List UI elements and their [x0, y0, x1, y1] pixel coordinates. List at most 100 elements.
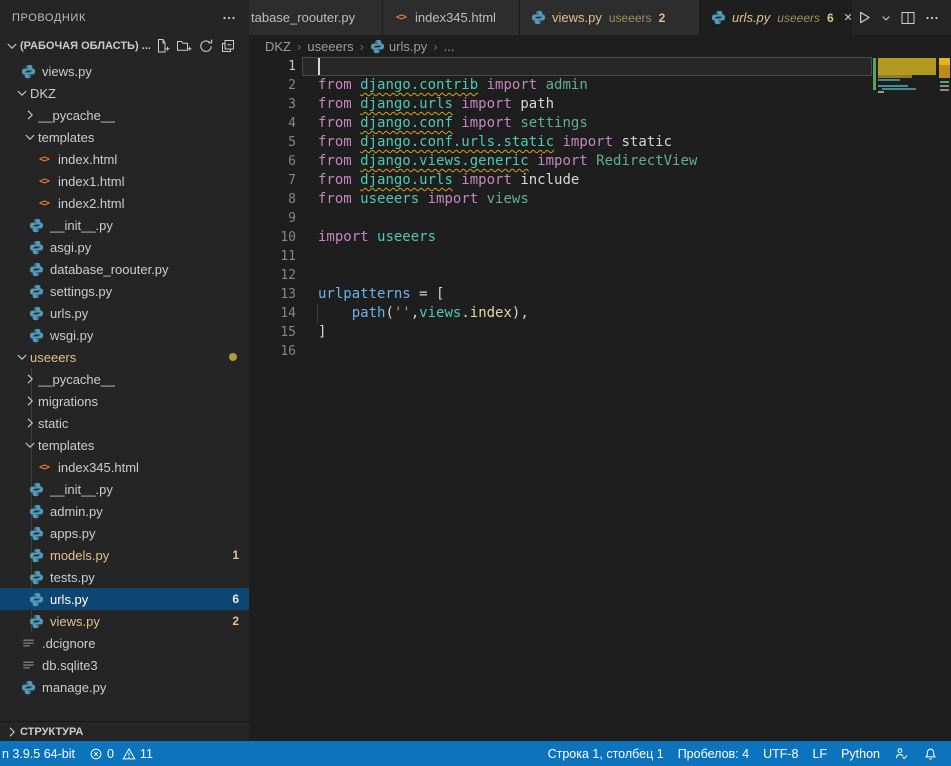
breadcrumb-item-urls-py[interactable]: urls.py	[370, 39, 427, 54]
tree-item-label: apps.py	[50, 526, 96, 541]
tree-item-pycache[interactable]: __pycache__	[0, 104, 249, 126]
tree-item-label: templates	[38, 438, 94, 453]
chev-down-icon	[14, 349, 30, 365]
tree-item-useeers[interactable]: useeers	[0, 346, 249, 368]
feedback-icon[interactable]	[887, 741, 916, 766]
new-folder-icon[interactable]	[175, 37, 193, 55]
code-line-12[interactable]: 12	[249, 266, 951, 285]
code-line-6[interactable]: 6from django.views.generic import Redire…	[249, 152, 951, 171]
doc-file-icon	[20, 635, 36, 651]
python-file-icon	[28, 283, 44, 299]
tree-item-models-py[interactable]: models.py1	[0, 544, 249, 566]
new-file-icon[interactable]	[153, 37, 171, 55]
split-editor-icon[interactable]	[897, 6, 919, 30]
tree-item-views-py[interactable]: views.py	[0, 60, 249, 82]
code-line-16[interactable]: 16	[249, 342, 951, 361]
tree-item-asgi-py[interactable]: asgi.py	[0, 236, 249, 258]
tree-item-pycache[interactable]: __pycache__	[0, 368, 249, 390]
error-icon	[89, 747, 103, 761]
tab-tabase-roouter-py[interactable]: tabase_roouter.py	[249, 0, 383, 35]
code-line-4[interactable]: 4from django.conf import settings	[249, 114, 951, 133]
tree-item-label: templates	[38, 130, 94, 145]
tree-item-apps-py[interactable]: apps.py	[0, 522, 249, 544]
python-version-item[interactable]: n 3.9.5 64-bit	[0, 741, 82, 766]
tree-item-index-html[interactable]: <>index.html	[0, 148, 249, 170]
code-line-13[interactable]: 13urlpatterns = [	[249, 285, 951, 304]
explorer-sidebar: ПРОВОДНИК (РАБОЧАЯ ОБЛАСТЬ) ... views.py…	[0, 0, 249, 741]
code-line-8[interactable]: 8from useeers import views	[249, 190, 951, 209]
more-actions-icon[interactable]	[921, 6, 943, 30]
tree-item-settings-py[interactable]: settings.py	[0, 280, 249, 302]
breadcrumb-item-useeers[interactable]: useeers	[307, 39, 353, 54]
workspace-actions	[153, 37, 245, 55]
tree-item-wsgi-py[interactable]: wsgi.py	[0, 324, 249, 346]
tab-urls-py[interactable]: urls.pyuseeers6×	[700, 0, 852, 35]
code-line-5[interactable]: 5from django.conf.urls.static import sta…	[249, 133, 951, 152]
language-mode-item[interactable]: Python	[834, 741, 887, 766]
tree-item-manage-py[interactable]: manage.py	[0, 676, 249, 698]
code-line-1[interactable]: 1	[249, 57, 951, 76]
python-file-icon	[530, 10, 546, 26]
run-dropdown-icon[interactable]	[877, 6, 895, 30]
tree-item-templates[interactable]: templates	[0, 126, 249, 148]
code-line-15[interactable]: 15]	[249, 323, 951, 342]
run-button[interactable]	[852, 6, 875, 30]
breadcrumb-item-[interactable]: ...	[444, 39, 455, 54]
tree-item-static[interactable]: static	[0, 412, 249, 434]
collapse-all-icon[interactable]	[219, 37, 237, 55]
tree-item-index345-html[interactable]: <>index345.html	[0, 456, 249, 478]
python-file-icon	[28, 591, 44, 607]
tree-item-database-roouter-py[interactable]: database_roouter.py	[0, 258, 249, 280]
tree-item-index1-html[interactable]: <>index1.html	[0, 170, 249, 192]
code-line-14[interactable]: 14 path('',views.index),	[249, 304, 951, 323]
tree-item-templates[interactable]: templates	[0, 434, 249, 456]
tree-item-admin-py[interactable]: admin.py	[0, 500, 249, 522]
problems-item[interactable]: 0 11	[82, 741, 160, 766]
indentation-item[interactable]: Пробелов: 4	[671, 741, 756, 766]
tree-item-init-py[interactable]: __init__.py	[0, 478, 249, 500]
eol-item[interactable]: LF	[805, 741, 834, 766]
problem-badge: 6	[232, 592, 239, 606]
tab-label: views.py	[552, 10, 602, 25]
cursor-position-item[interactable]: Строка 1, столбец 1	[541, 741, 671, 766]
tree-item-views-py[interactable]: views.py2	[0, 610, 249, 632]
tree-item-label: urls.py	[50, 592, 88, 607]
tree-item-label: wsgi.py	[50, 328, 93, 343]
python-file-icon	[28, 481, 44, 497]
explorer-more-actions-icon[interactable]	[221, 10, 237, 26]
tree-item-migrations[interactable]: migrations	[0, 390, 249, 412]
code-line-3[interactable]: 3from django.urls import path	[249, 95, 951, 114]
code-line-7[interactable]: 7from django.urls import include	[249, 171, 951, 190]
code-line-9[interactable]: 9	[249, 209, 951, 228]
code-line-10[interactable]: 10import useeers	[249, 228, 951, 247]
tree-item-urls-py[interactable]: urls.py	[0, 302, 249, 324]
close-icon[interactable]: ×	[844, 10, 852, 25]
line-number: 15	[249, 323, 296, 342]
code-line-2[interactable]: 2from django.contrib import admin	[249, 76, 951, 95]
tab-index345-html[interactable]: <>index345.html	[383, 0, 520, 35]
notifications-bell-icon[interactable]	[916, 741, 945, 766]
tree-item-db-sqlite3[interactable]: db.sqlite3	[0, 654, 249, 676]
tree-item-label: admin.py	[50, 504, 103, 519]
explorer-title: ПРОВОДНИК	[12, 12, 86, 24]
python-file-icon	[20, 63, 36, 79]
tree-item-dkz[interactable]: DKZ	[0, 82, 249, 104]
workspace-section-header[interactable]: (РАБОЧАЯ ОБЛАСТЬ) ...	[0, 35, 249, 57]
encoding-item[interactable]: UTF-8	[756, 741, 805, 766]
tree-item-dcignore[interactable]: .dcignore	[0, 632, 249, 654]
tree-item-urls-py[interactable]: urls.py 6	[0, 588, 249, 610]
code-editor[interactable]: 12from django.contrib import admin3from …	[249, 57, 951, 741]
outline-section-header[interactable]: СТРУКТУРА	[0, 721, 249, 741]
code-line-11[interactable]: 11	[249, 247, 951, 266]
html-file-icon: <>	[36, 459, 52, 475]
tab-label: index345.html	[415, 10, 496, 25]
overview-ruler[interactable]	[938, 57, 951, 177]
tree-item-index2-html[interactable]: <>index2.html	[0, 192, 249, 214]
tree-item-init-py[interactable]: __init__.py	[0, 214, 249, 236]
tree-item-tests-py[interactable]: tests.py	[0, 566, 249, 588]
refresh-icon[interactable]	[197, 37, 215, 55]
doc-file-icon	[20, 657, 36, 673]
breadcrumb-item-dkz[interactable]: DKZ	[265, 39, 291, 54]
minimap[interactable]	[872, 57, 938, 101]
tab-views-py[interactable]: views.pyuseeers2	[520, 0, 700, 35]
